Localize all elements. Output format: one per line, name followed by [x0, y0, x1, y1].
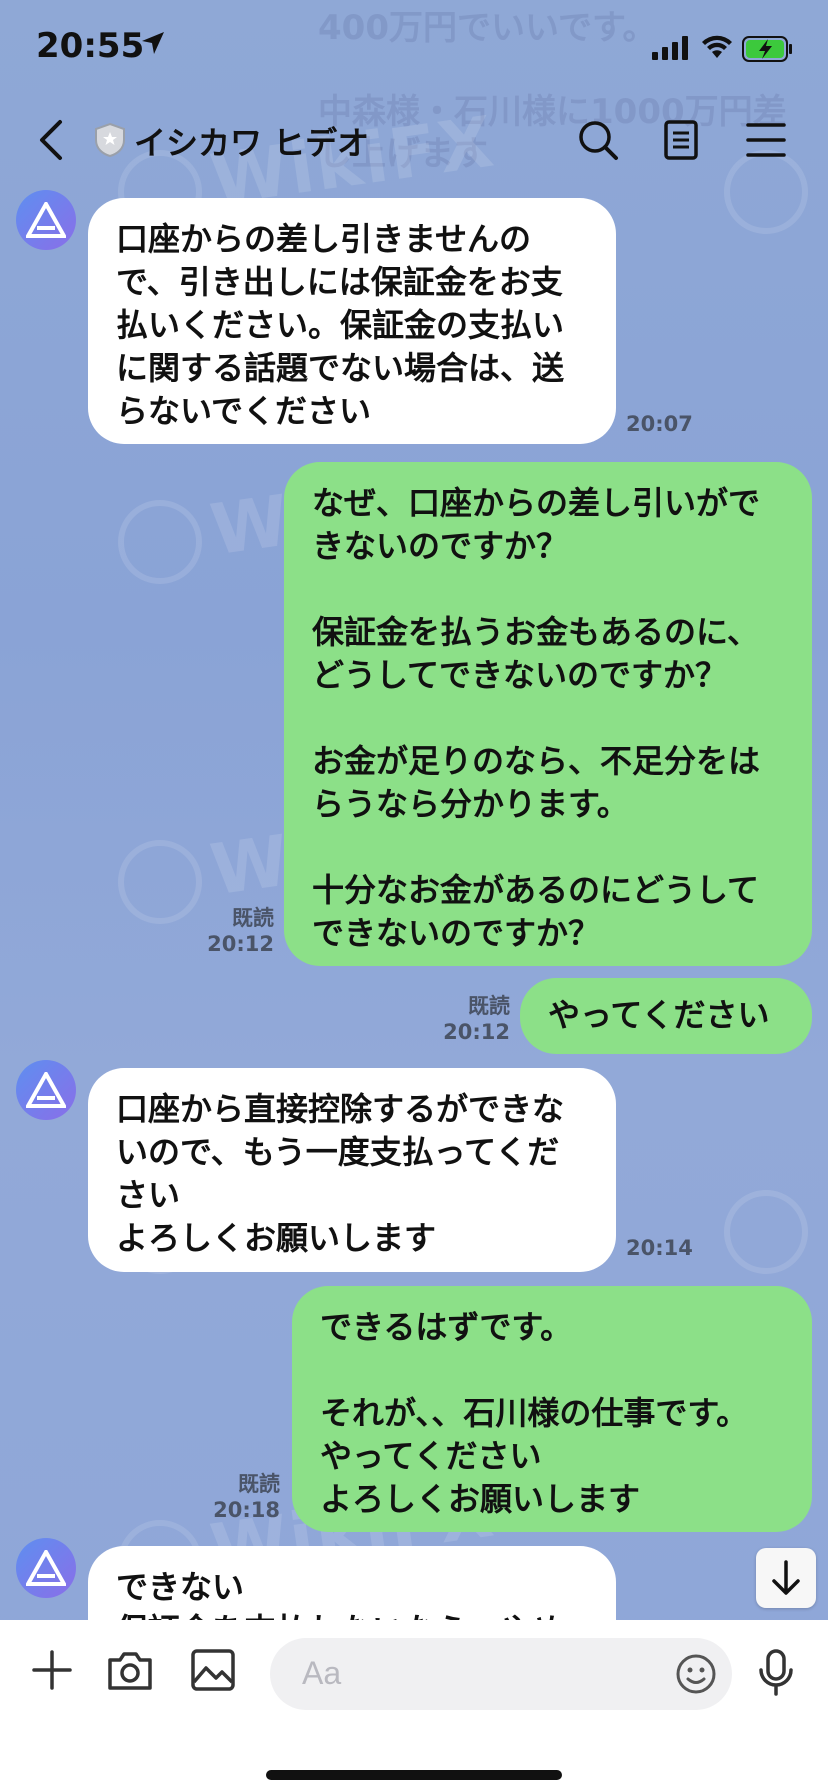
message-bubble-outgoing[interactable]: やってください — [520, 978, 812, 1054]
cellular-signal-icon — [652, 36, 690, 64]
watermark-logo — [118, 840, 202, 924]
message-bubble-incoming[interactable]: 口座から直接控除するができな いので、もう一度支払ってくだ さい よろしくお願い… — [88, 1068, 616, 1272]
location-arrow-icon — [140, 30, 166, 60]
status-time: 20:55 — [36, 26, 145, 66]
emoji-icon[interactable] — [674, 1652, 718, 1700]
menu-icon[interactable] — [744, 118, 788, 162]
message-time: 20:12 — [207, 932, 274, 956]
camera-icon[interactable] — [106, 1648, 154, 1696]
message-bubble-outgoing[interactable]: なぜ、口座からの差し引いがで きないのですか？ 保証金を払うお金もあるのに、 ど… — [284, 462, 812, 966]
battery-charging-icon — [742, 36, 794, 66]
scroll-to-bottom-button[interactable] — [756, 1548, 816, 1608]
avatar[interactable] — [16, 1538, 76, 1598]
read-receipt: 既読 — [238, 1472, 280, 1496]
message-input-container[interactable] — [270, 1638, 732, 1710]
message-time: 20:14 — [626, 1236, 693, 1260]
read-receipt: 既読 — [468, 994, 510, 1018]
watermark-logo — [118, 500, 202, 584]
message-bubble-outgoing[interactable]: できるはずです。 それが、、石川様の仕事です。 やってください よろしくお願いし… — [292, 1286, 812, 1532]
notes-icon[interactable] — [660, 118, 704, 162]
home-indicator — [266, 1770, 562, 1780]
avatar[interactable] — [16, 1060, 76, 1120]
status-bar: 20:55 — [0, 0, 828, 100]
message-toolbar — [0, 1620, 828, 1792]
avatar[interactable] — [16, 190, 76, 250]
message-time: 20:18 — [213, 1498, 280, 1522]
microphone-icon[interactable] — [756, 1648, 796, 1700]
search-icon[interactable] — [576, 118, 620, 162]
message-time: 20:12 — [443, 1020, 510, 1044]
chat-header: イシカワ ヒデオ — [0, 100, 828, 180]
read-receipt: 既読 — [232, 906, 274, 930]
shield-icon — [94, 122, 126, 162]
message-time: 20:07 — [626, 412, 693, 436]
message-input[interactable] — [300, 1654, 664, 1693]
watermark-logo — [724, 1190, 808, 1274]
back-button[interactable] — [34, 118, 70, 162]
wifi-icon — [700, 34, 734, 64]
image-icon[interactable] — [190, 1648, 236, 1696]
plus-icon[interactable] — [30, 1648, 74, 1696]
chat-title: イシカワ ヒデオ — [134, 124, 370, 162]
message-bubble-incoming[interactable]: 口座からの差し引きませんの で、引き出しには保証金をお支 払いください。保証金の… — [88, 198, 616, 444]
arrow-down-icon — [772, 1560, 800, 1595]
